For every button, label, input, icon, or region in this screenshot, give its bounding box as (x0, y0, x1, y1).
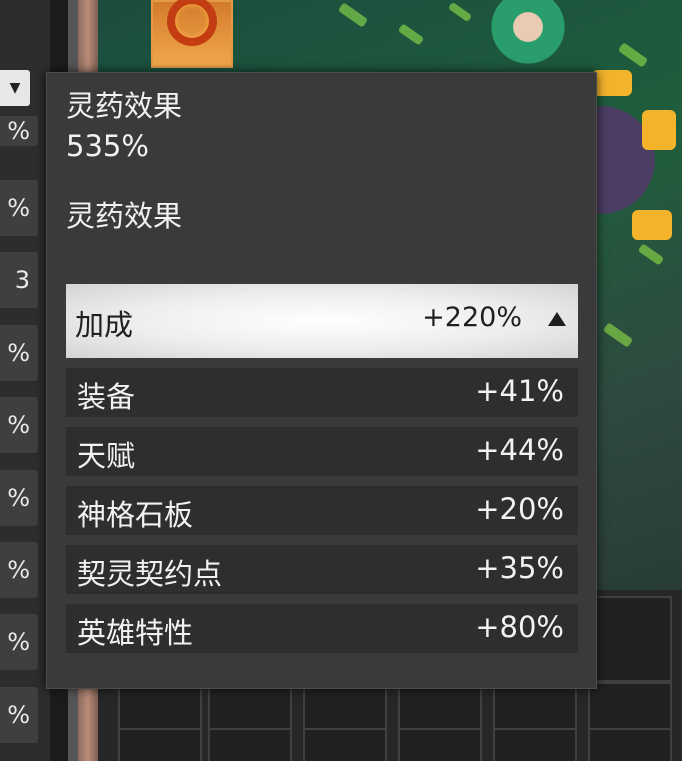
stat-value: % (7, 194, 30, 222)
breakdown-value: +35% (475, 551, 564, 585)
sparkle-effect (397, 23, 425, 46)
shield-segment (642, 110, 676, 150)
stat-row: % (0, 180, 38, 236)
stat-value: 3 (14, 266, 30, 294)
sparkle-effect (337, 2, 369, 28)
sparkle-effect (602, 322, 634, 348)
inventory-slot[interactable] (588, 596, 672, 682)
stat-row: % (0, 542, 38, 598)
stat-value: % (7, 339, 30, 367)
breakdown-value: +41% (475, 374, 564, 408)
breakdown-label: 契灵契约点 (77, 557, 223, 591)
tooltip-subtitle: 灵药效果 (66, 199, 183, 233)
inventory-slot[interactable] (118, 728, 202, 761)
stats-sidebar: ▼ % % 3 % % % % % % (0, 0, 50, 761)
stat-tooltip: 灵药效果 535% 灵药效果 加成 +220% 装备 +41% 天赋 +44% … (46, 72, 597, 689)
shield-segment (632, 210, 672, 240)
ring-icon (167, 0, 217, 46)
breakdown-label: 装备 (77, 380, 136, 414)
shield-segment (592, 70, 632, 96)
breakdown-value: +20% (475, 492, 564, 526)
bonus-breakdown-row: 英雄特性 +80% (66, 604, 578, 653)
stat-row: % (0, 614, 38, 670)
inventory-slot[interactable] (208, 728, 292, 761)
breakdown-value: +44% (475, 433, 564, 467)
stat-row: 3 (0, 252, 38, 308)
inventory-slot[interactable] (303, 728, 387, 761)
stat-value: % (7, 117, 30, 145)
bonus-label: 加成 (75, 308, 134, 342)
inventory-slot[interactable] (588, 728, 672, 761)
bonus-breakdown-row: 装备 +41% (66, 368, 578, 417)
bonus-section-header[interactable]: 加成 +220% (66, 284, 578, 358)
stat-value: % (7, 628, 30, 656)
breakdown-label: 神格石板 (77, 498, 194, 532)
breakdown-value: +80% (475, 610, 564, 644)
bonus-breakdown-row: 契灵契约点 +35% (66, 545, 578, 594)
stat-value: % (7, 556, 30, 584)
breakdown-label: 天赋 (77, 439, 136, 473)
tooltip-title: 灵药效果 (66, 89, 183, 123)
inventory-slot[interactable] (493, 728, 577, 761)
bonus-breakdown-row: 神格石板 +20% (66, 486, 578, 535)
sparkle-effect (617, 42, 649, 68)
stat-value: % (7, 411, 30, 439)
bonus-breakdown-row: 天赋 +44% (66, 427, 578, 476)
bonus-value: +220% (422, 302, 522, 333)
stat-value: % (7, 484, 30, 512)
dropdown-toggle[interactable]: ▼ (0, 70, 30, 106)
stat-row: % (0, 470, 38, 526)
stat-row: % (0, 687, 38, 743)
stat-row: % (0, 397, 38, 453)
equipped-item-slot[interactable] (151, 0, 233, 68)
stat-row: % (0, 116, 38, 146)
sparkle-effect (447, 1, 473, 23)
breakdown-label: 英雄特性 (77, 616, 194, 650)
inventory-slot[interactable] (398, 728, 482, 761)
stat-value: % (7, 701, 30, 729)
tooltip-total-value: 535% (66, 129, 149, 163)
triangle-up-icon (548, 312, 566, 326)
triangle-down-icon: ▼ (9, 80, 21, 96)
stat-row: % (0, 325, 38, 381)
